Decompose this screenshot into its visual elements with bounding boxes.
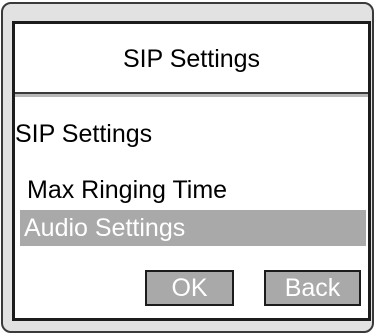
phone-screen: SIP Settings SIP Settings Max Ringing Ti…	[12, 21, 371, 321]
phone-device-frame: SIP Settings SIP Settings Max Ringing Ti…	[1, 2, 374, 333]
ok-button[interactable]: OK	[145, 270, 234, 306]
title-divider-shadow	[15, 94, 368, 97]
menu-item-max-ringing-time[interactable]: Max Ringing Time	[15, 172, 227, 208]
back-button[interactable]: Back	[264, 270, 361, 306]
screen-title: SIP Settings	[122, 44, 261, 73]
menu-item-sip-settings[interactable]: SIP Settings	[15, 116, 152, 152]
menu-item-audio-settings[interactable]: Audio Settings	[20, 210, 366, 246]
